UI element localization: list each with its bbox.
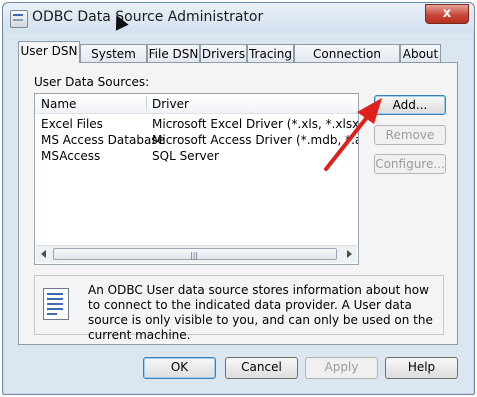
- tab-user-dsn[interactable]: User DSN: [18, 41, 80, 63]
